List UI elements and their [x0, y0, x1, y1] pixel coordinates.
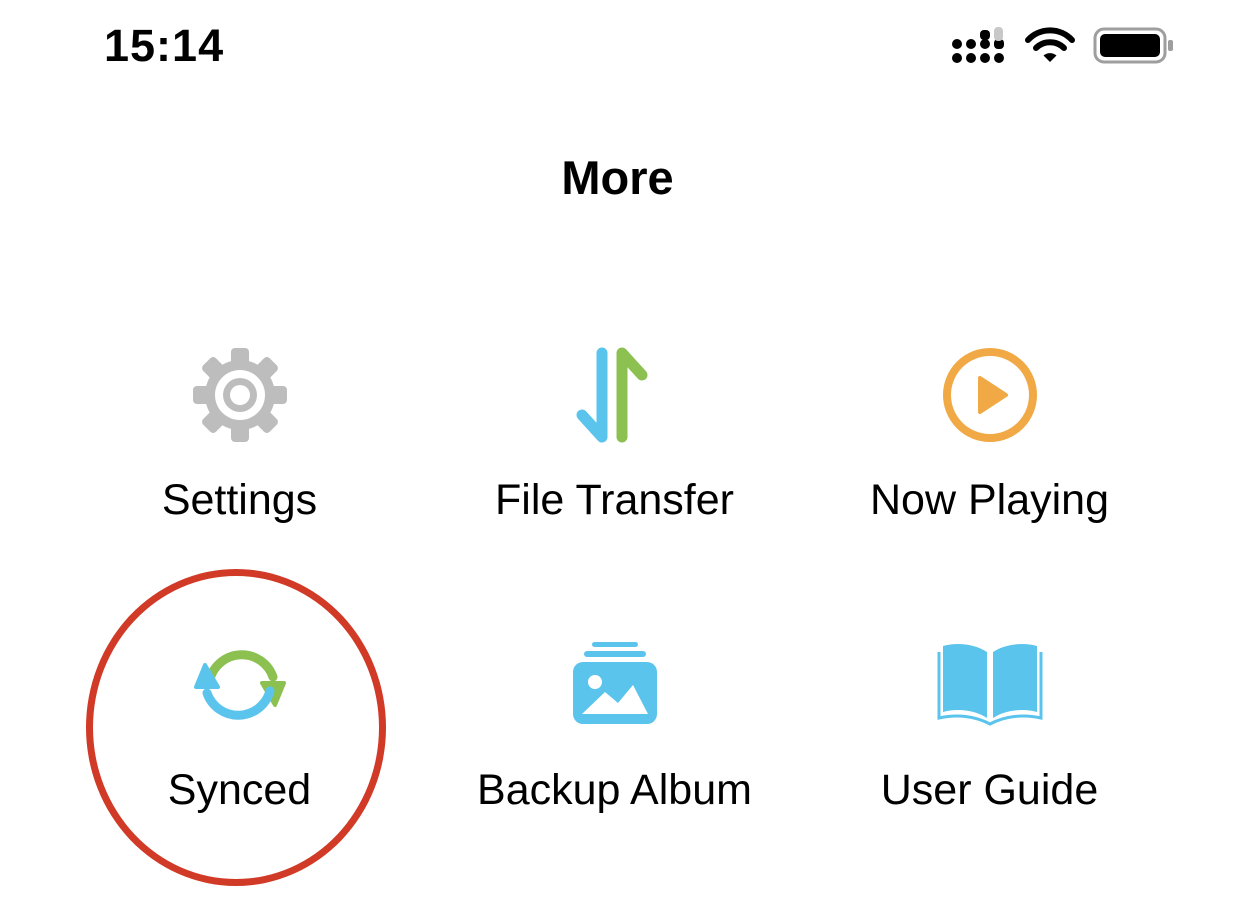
menu-item-synced[interactable]: Synced [52, 620, 427, 880]
sync-icon [193, 650, 286, 720]
menu-item-label: Now Playing [870, 476, 1109, 524]
menu-item-label: Settings [161, 476, 318, 524]
photo-album-icon [572, 642, 657, 724]
menu-item-label: File Transfer [495, 476, 734, 524]
menu-item-settings[interactable]: Settings [52, 330, 427, 590]
menu-item-label: User Guide [880, 766, 1099, 814]
menu-item-backup-album[interactable]: Backup Album [427, 620, 802, 880]
status-bar: 15:14 [0, 0, 1235, 100]
play-circle-icon [942, 348, 1037, 442]
menu-item-user-guide[interactable]: User Guide [802, 620, 1177, 880]
status-icons [950, 24, 1180, 74]
open-book-icon [937, 644, 1042, 726]
status-time: 15:14 [104, 20, 225, 71]
menu-item-label: Synced [167, 766, 312, 814]
cellular-signal-icon [952, 27, 1004, 63]
menu-item-file-transfer[interactable]: File Transfer [427, 330, 802, 590]
menu-item-label: Backup Album [477, 766, 752, 814]
menu-item-now-playing[interactable]: Now Playing [802, 330, 1177, 590]
page-title: More [561, 151, 674, 204]
transfer-arrows-icon [576, 347, 647, 443]
more-menu-grid: Settings File Transfer Now Playing Synce… [52, 330, 1177, 890]
gear-icon [192, 348, 287, 442]
battery-icon [1093, 27, 1173, 64]
wifi-icon [1025, 27, 1075, 62]
